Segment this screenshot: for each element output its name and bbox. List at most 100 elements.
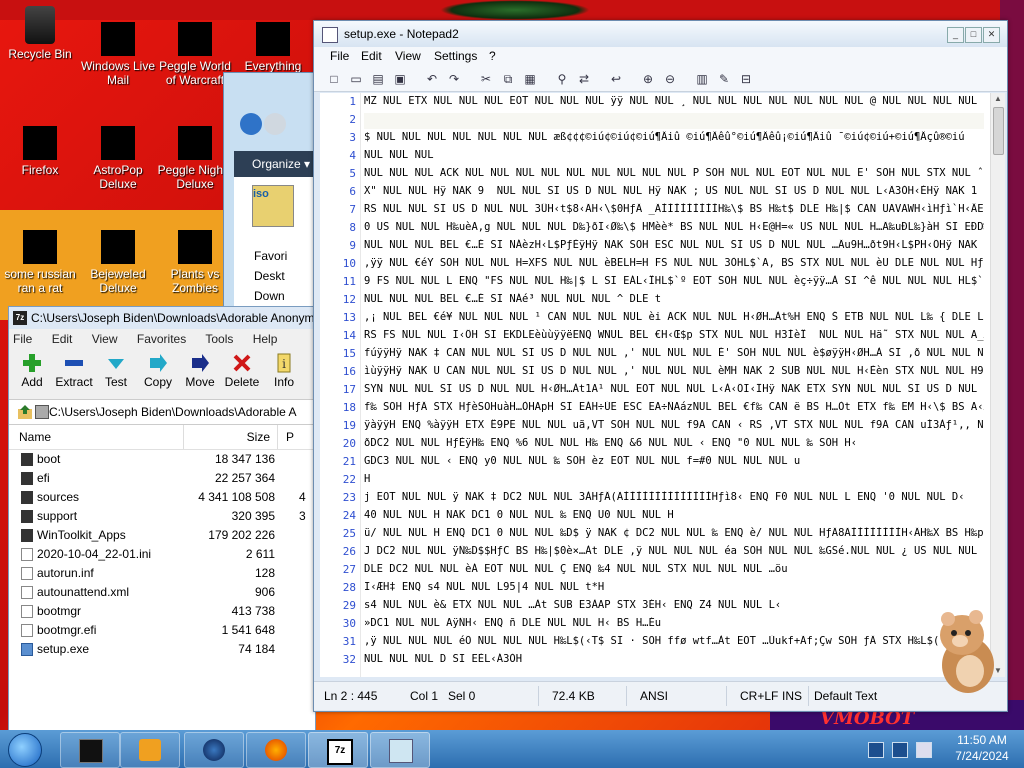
text-line[interactable]: ,ÿ NUL NUL NUL éÕ NUL NUL NUL H‰L$(‹T$ S… [364,635,984,647]
menu-tools[interactable]: Tools [205,332,233,346]
text-line[interactable]: ìùÿÿHÿ NAK U CAN NUL NUL SI US D NUL NUL… [364,365,984,377]
up-folder-icon[interactable] [17,404,33,420]
copy-button[interactable]: Copy [137,351,179,397]
status-encoding[interactable]: ANSI [640,689,668,703]
exit-icon[interactable]: ⊟ [738,71,754,87]
sevenzip-pathbar[interactable]: C:\Users\Joseph Biden\Downloads\Adorable… [9,400,315,425]
text-line[interactable]: I‹ÆH‡ ENQ s4 NUL NUL L95|4 NUL NUL t*H [364,581,984,593]
file-row[interactable]: autounattend.xml 906 [9,583,315,602]
monitor-icon[interactable] [892,742,908,758]
add-button[interactable]: Add [11,351,53,397]
nav-item-favorites[interactable]: Favori [254,249,287,263]
menu-settings[interactable]: Settings [434,49,477,63]
desktop-icon-windows-live-mail[interactable]: Windows Live Mail [78,22,158,87]
back-arrow-icon[interactable] [240,113,262,135]
menu-view[interactable]: View [395,49,421,63]
menu-help[interactable]: Help [253,332,278,346]
taskbar-item-explorer[interactable] [60,732,120,768]
text-line[interactable]: MZ NUL ETX NUL NUL NUL EOT NUL NUL NUL ÿ… [364,95,984,107]
file-row[interactable]: bootmgr 413 738 [9,602,315,621]
text-line[interactable]: J DC2 NUL NUL ÿÑ‰D$$HƒC BS H‰|$0è×…Àt DL… [364,545,984,557]
text-line[interactable]: X" NUL NUL Hÿ NAK 9 NUL NUL SI US D NUL … [364,185,984,197]
file-row[interactable]: sources 4 341 108 508 4 3 [9,488,315,523]
text-line[interactable]: ÿàÿÿH ENQ %àÿÿH ETX Ê9PE NUL NUL uã,VT S… [364,419,984,431]
column-header-name[interactable]: Name [19,425,51,449]
browse-icon[interactable]: ▤ [370,71,386,87]
paste-icon[interactable]: ▦ [522,71,538,87]
file-row[interactable]: autorun.inf 128 [9,564,315,583]
notepad2-window[interactable]: setup.exe - Notepad2 _ □ ✕ File Edit Vie… [313,20,1008,712]
file-row[interactable]: efi 22 257 364 [9,469,315,488]
text-line[interactable]: SYN NUL NUL SI US D NUL NUL H‹ØH…Àt1A¹ N… [364,383,984,395]
open-folder-icon[interactable]: ▭ [348,71,364,87]
text-line[interactable]: ,ÿÿ NUL €éY SOH NUL NUL H=XFS NUL NUL èB… [364,257,984,269]
menu-edit[interactable]: Edit [361,49,382,63]
column-header-size[interactable]: Size [183,425,270,449]
replace-icon[interactable]: ⇄ [576,71,592,87]
menu-view[interactable]: View [92,332,118,346]
sevenzip-titlebar[interactable]: 7z C:\Users\Joseph Biden\Downloads\Adora… [9,307,315,329]
menu-file[interactable]: File [13,332,32,346]
text-line[interactable]: s4 NUL NUL è& ETX NUL NUL …Àt SUB E3ÀAP … [364,599,984,611]
taskbar-clock[interactable]: 11:50 AM 7/24/2024 [940,732,1024,764]
copy-icon[interactable]: ⧉ [500,71,516,87]
explorer-window[interactable]: Organize ▾ iso Favori Deskt Down [223,72,325,314]
iso-file-icon[interactable]: iso [252,185,294,227]
new-file-icon[interactable]: □ [326,71,342,87]
status-scheme[interactable]: Default Text [814,689,877,703]
delete-button[interactable]: Delete [221,351,263,397]
start-button[interactable] [0,730,58,768]
file-row[interactable]: bootmgr.efi 1 541 648 [9,621,315,640]
volume-icon[interactable] [916,742,932,758]
test-button[interactable]: Test [95,351,137,397]
redo-icon[interactable]: ↷ [446,71,462,87]
text-line[interactable]: RS NUL NUL SI US D NUL NUL 3ÛH‹t$8‹ÃH‹\$… [364,203,984,215]
file-row[interactable]: 2020-10-04_22-01.ini 2 611 [9,545,315,564]
taskbar-item-firefox[interactable] [246,732,306,768]
text-line[interactable]: 40 NUL NUL H NAK DC1 0 NUL NUL ‰ ENQ U0 … [364,509,984,521]
text-line[interactable]: »DC1 NUL NUL AÿÑH‹ ENQ ñ DLE NUL NUL H‹ … [364,617,984,629]
text-line[interactable]: 9 FS NUL NUL L ENQ "FS NUL NUL H‰|$ L SI… [364,275,984,287]
scrollbar-thumb[interactable] [993,107,1004,155]
file-row[interactable]: support 320 395 [9,507,315,526]
text-line[interactable]: H [364,473,984,485]
text-line-current[interactable] [364,113,984,129]
text-line[interactable]: ü/ NUL NUL H ENQ DC1 0 NUL NUL ‰D$ ÿ NAK… [364,527,984,539]
info-button[interactable]: i Info [263,351,305,397]
desktop-icon-some-russian-ran-a-rat[interactable]: some russian ran a rat [0,230,80,295]
nav-item-desktop[interactable]: Deskt [254,269,285,283]
scroll-up-arrow-icon[interactable]: ▲ [991,93,1005,105]
file-row[interactable]: setup.exe 74 184 [9,640,315,659]
save-icon[interactable]: ▣ [392,71,408,87]
desktop-icon-astropop-deluxe[interactable]: AstroPop Deluxe [78,126,158,191]
text-line[interactable]: j EOT NUL NUL ÿ NAK ‡ DC2 NUL NUL 3ÀHƒÄ(… [364,491,984,503]
move-button[interactable]: Move [179,351,221,397]
text-line[interactable]: NUL NUL NUL ACK NUL NUL NUL NUL NUL NUL … [364,167,984,179]
text-line[interactable]: NUL NUL NUL BEL €…É SI NÁé³ NUL NUL NUL … [364,293,984,305]
menu-edit[interactable]: Edit [52,332,73,346]
menu-help[interactable]: ? [489,49,496,63]
scheme-icon[interactable]: ▥ [694,71,710,87]
zoom-in-icon[interactable]: ⊕ [640,71,656,87]
desktop-icon-everything[interactable]: Everything [233,22,313,73]
text-line[interactable]: NUL NUL NUL BEL €…É SI NÁèzH‹L$PƒÈÿHÿ NA… [364,239,984,251]
network-icon[interactable] [868,742,884,758]
text-line[interactable]: DLE DC2 NUL NUL èÁ EOT NUL NUL Ç ENQ ‰4 … [364,563,984,575]
status-mode[interactable]: INS [782,689,802,703]
find-icon[interactable]: ⚲ [554,71,570,87]
file-row[interactable]: WinToolkit_Apps 179 202 226 [9,526,315,545]
taskbar-item-media-player[interactable] [120,732,180,768]
text-line[interactable]: 0 US NUL NUL H‰uèA,g NUL NUL NUL D‰}ðI‹Ø… [364,221,984,233]
text-line[interactable]: $ NUL NUL NUL NUL NUL NUL NUL æß¢¢¢©iú¢©… [364,131,984,143]
text-line[interactable]: ðDC2 NUL NUL HƒÈÿH‰ ENQ %6 NUL NUL H‰ EN… [364,437,984,449]
close-button[interactable]: ✕ [983,27,1000,43]
customize-icon[interactable]: ✎ [716,71,732,87]
text-line[interactable]: f‰ SOH HƒÄ STX HƒèSOHuàH…ÒHApH SI EÁH÷ÚE… [364,401,984,413]
vertical-scrollbar[interactable]: ▲ ▼ [990,93,1005,677]
desktop-icon-firefox[interactable]: Firefox [0,126,80,177]
taskbar-item-7zip[interactable]: 7z [308,732,368,768]
nav-item-downloads[interactable]: Down [254,289,285,303]
text-line[interactable]: RS FS NUL NUL I‹ÖH SI EKDLEèùùÿÿëENQ WNU… [364,329,984,341]
notepad2-titlebar[interactable]: setup.exe - Notepad2 _ □ ✕ [314,21,1007,47]
undo-icon[interactable]: ↶ [424,71,440,87]
